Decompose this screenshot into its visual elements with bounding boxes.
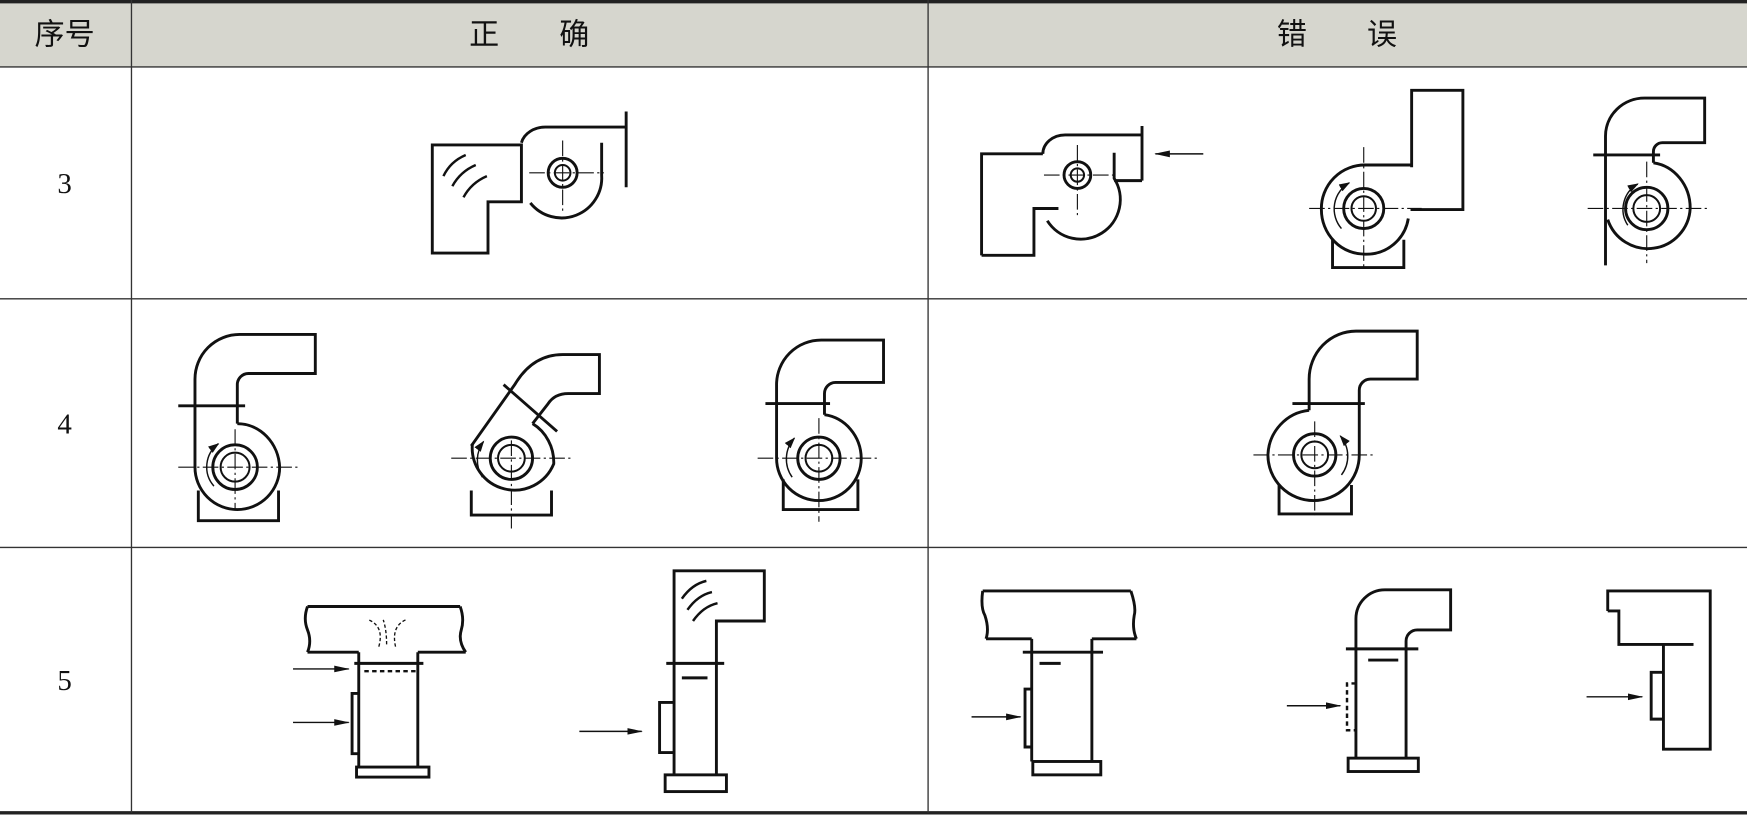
fan-casing-scroll bbox=[1266, 403, 1361, 503]
row3-wrong-diagram-2 bbox=[1309, 88, 1465, 270]
elbow-duct bbox=[193, 333, 317, 424]
row3-wrong-diagram-1 bbox=[980, 125, 1204, 257]
table-grid bbox=[0, 0, 1747, 815]
fan-installation-table: 序号 正 确 错 误 3 4 5 bbox=[0, 0, 1747, 815]
duct-break-right bbox=[1129, 590, 1138, 640]
fan-base bbox=[196, 490, 280, 523]
header-wrong: 错 误 bbox=[1277, 18, 1397, 53]
fan-base bbox=[1031, 760, 1103, 777]
elbow-duct bbox=[1354, 588, 1453, 759]
main-duct bbox=[982, 589, 1137, 641]
row5-correct-diagram-1 bbox=[293, 605, 467, 779]
main-duct bbox=[307, 605, 466, 654]
flow-line bbox=[382, 619, 388, 645]
fan-base bbox=[1346, 756, 1420, 773]
row5-wrong-diagram-3 bbox=[1586, 589, 1712, 751]
branch-duct bbox=[357, 652, 420, 768]
row5-wrong-diagram-1 bbox=[971, 589, 1138, 777]
row3-wrong-diagram-3 bbox=[1587, 96, 1711, 266]
row4-wrong-diagram bbox=[1253, 329, 1419, 516]
fan-casing-scroll bbox=[1046, 152, 1122, 241]
row-number-4: 4 bbox=[57, 409, 72, 441]
elbow-duct bbox=[470, 353, 601, 447]
header-correct: 正 确 bbox=[469, 18, 589, 53]
elbow-duct bbox=[672, 569, 766, 775]
elbow-duct bbox=[980, 152, 1059, 257]
outlet-duct bbox=[1410, 88, 1465, 212]
duct-break-left bbox=[303, 606, 312, 653]
flow-line bbox=[368, 619, 381, 647]
fan-base bbox=[355, 765, 431, 779]
elbow-duct bbox=[430, 143, 523, 255]
outlet-flange bbox=[502, 383, 559, 433]
duct-inner-step bbox=[1607, 609, 1694, 646]
row5-wrong-diagram-2 bbox=[1286, 588, 1453, 773]
fan-base bbox=[663, 773, 728, 794]
row4-correct-diagram-1 bbox=[178, 333, 317, 523]
duct-outline bbox=[1606, 589, 1712, 751]
inlet-flange bbox=[1649, 670, 1664, 721]
row4-correct-diagram-2 bbox=[451, 353, 601, 529]
flow-line bbox=[462, 175, 488, 198]
flow-line bbox=[393, 619, 406, 647]
branch-duct bbox=[1030, 638, 1094, 762]
row-number-3: 3 bbox=[57, 168, 71, 200]
row5-correct-diagram-2 bbox=[579, 569, 766, 794]
fan-casing-top bbox=[520, 125, 627, 144]
flow-line bbox=[451, 163, 477, 187]
fan-casing-top bbox=[1041, 133, 1143, 154]
row3-correct-diagram bbox=[430, 111, 628, 255]
fan-casing-scroll bbox=[1319, 163, 1412, 256]
elbow-duct bbox=[1307, 329, 1419, 411]
duct-break-left bbox=[980, 590, 989, 640]
fan-casing-scroll bbox=[1606, 161, 1692, 251]
row4-correct-diagram-3 bbox=[757, 338, 885, 522]
row-number-5: 5 bbox=[57, 665, 71, 697]
duct-break-right bbox=[458, 606, 467, 654]
flow-line bbox=[691, 601, 718, 622]
header-background bbox=[0, 0, 1747, 67]
header-index: 序号 bbox=[35, 18, 95, 53]
inlet-flange bbox=[658, 700, 675, 755]
